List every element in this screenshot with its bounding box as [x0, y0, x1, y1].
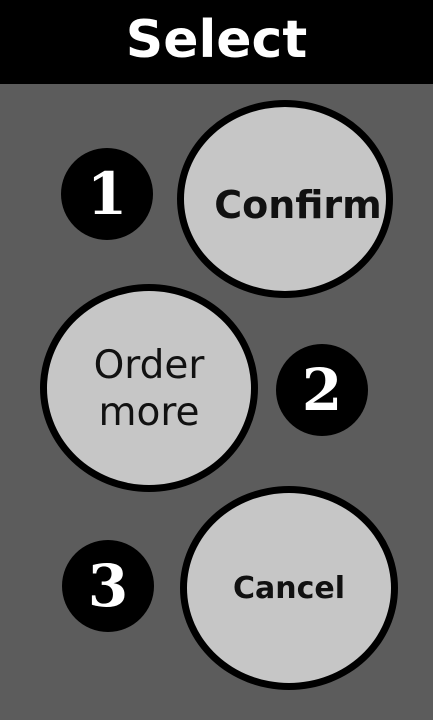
cancel-button-label: Cancel	[232, 570, 346, 606]
option-number-badge-3: 3	[62, 540, 154, 632]
option-number-badge-2: 2	[276, 344, 368, 436]
order-more-button-label: Order more	[93, 343, 205, 435]
cancel-button[interactable]: Cancel	[180, 486, 398, 690]
page-title: Select	[125, 10, 308, 70]
confirm-button[interactable]: Confirm	[177, 100, 393, 298]
option-number-badge-1: 1	[61, 148, 153, 240]
order-more-button[interactable]: Order more	[40, 284, 258, 492]
confirm-button-label: Confirm	[214, 183, 382, 227]
header-bar: Select	[0, 0, 433, 84]
